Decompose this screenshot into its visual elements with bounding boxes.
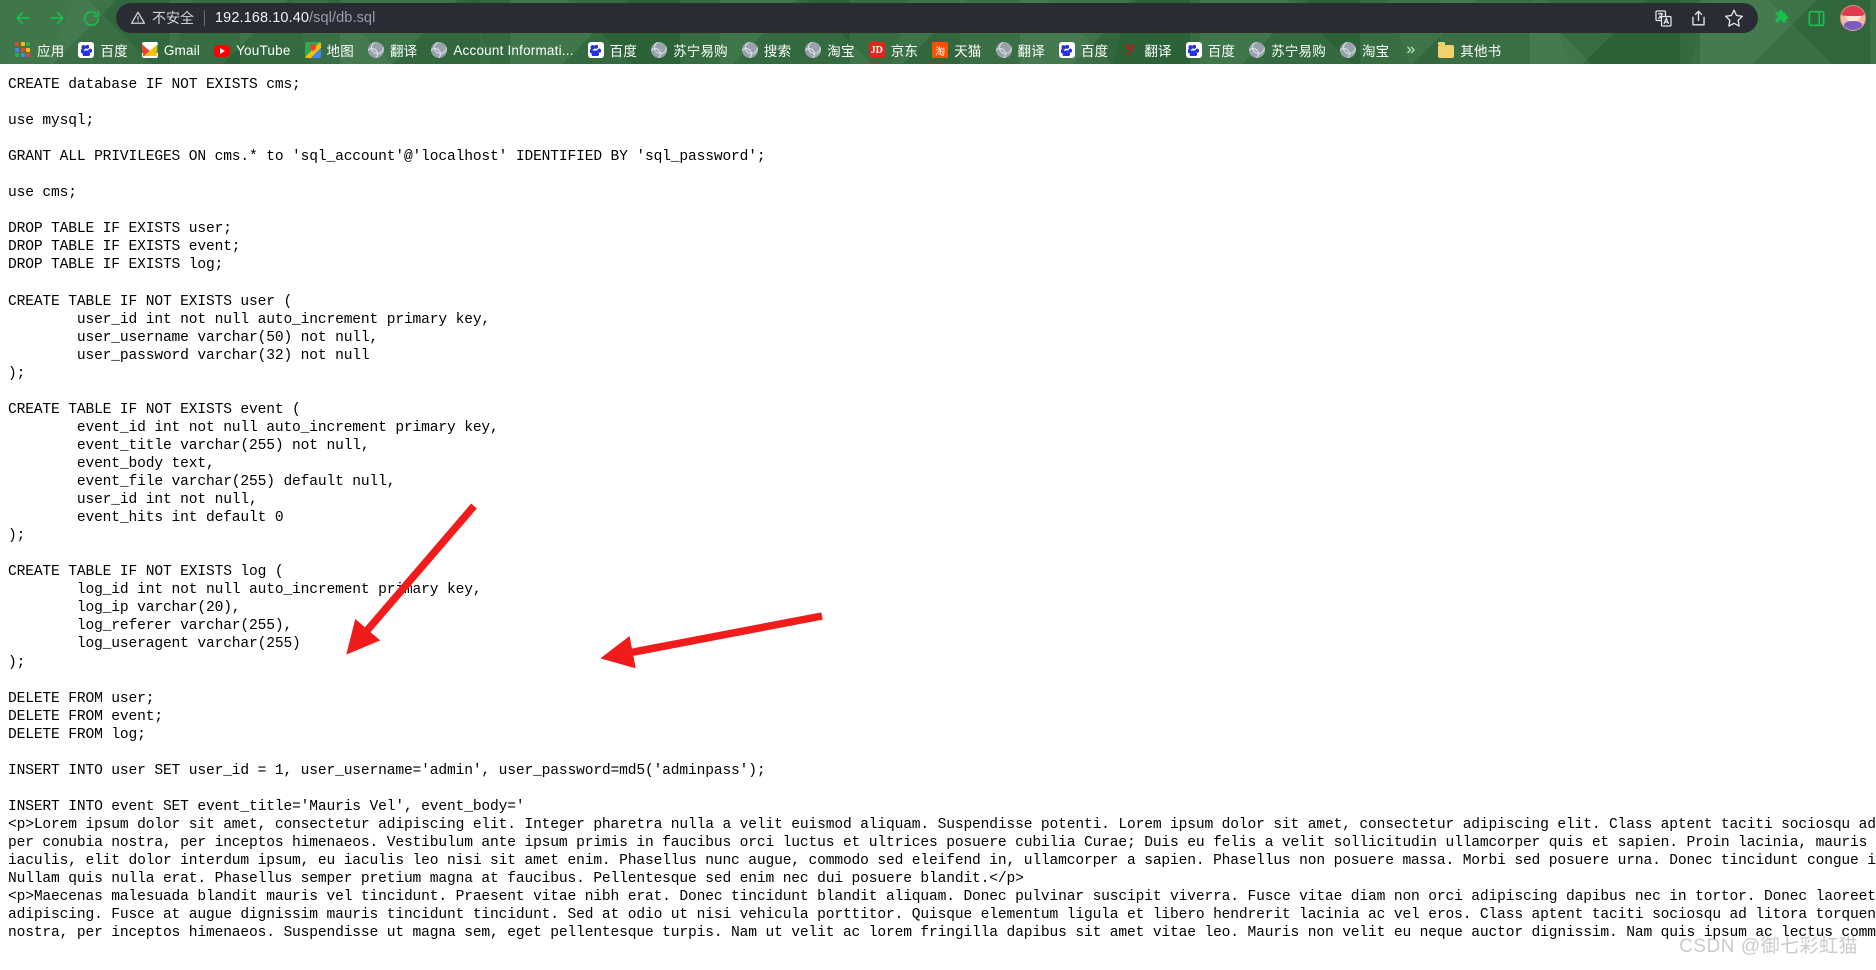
bookmark-item-maps[interactable]: 地图 [298, 38, 361, 62]
globe-icon [1339, 42, 1356, 58]
bookmark-item-suning-1[interactable]: 苏宁易购 [644, 38, 735, 62]
url-host: 192.168.10.40 [215, 10, 310, 26]
extensions-puzzle-icon[interactable] [1772, 8, 1793, 29]
translate-icon[interactable] [1654, 9, 1673, 28]
globe-icon [741, 42, 758, 58]
url-path: /sql/db.sql [309, 10, 376, 26]
bookmark-label: 翻译 [389, 44, 418, 59]
bookmark-label: YouTube [236, 42, 291, 58]
globe-icon [651, 42, 668, 58]
bookmark-label: Account Informati... [453, 42, 574, 58]
bookmark-item-baidu-4[interactable]: 百度 [1179, 38, 1242, 62]
bookmark-item-translate-3[interactable]: У 翻译 [1115, 38, 1178, 62]
bookmark-label: 百度 [100, 44, 128, 59]
csdn-watermark: CSDN @御七彩虹猫 [1679, 936, 1858, 957]
bookmark-label: 翻译 [1144, 44, 1172, 59]
bookmark-label: 淘宝 [827, 44, 855, 59]
bookmark-label: 淘宝 [1361, 44, 1390, 59]
bookmark-item-translate-1[interactable]: 翻译 [361, 38, 424, 62]
globe-icon [367, 42, 384, 58]
omnibox-actions [1640, 8, 1744, 28]
reload-button[interactable] [74, 3, 108, 33]
bookmark-item-youtube[interactable]: YouTube [207, 41, 297, 60]
bookmark-item-baidu-3[interactable]: 百度 [1052, 38, 1115, 62]
bookmark-label: 天猫 [954, 44, 982, 59]
address-bar[interactable]: 不安全 192.168.10.40/sql/db.sql [116, 3, 1758, 33]
bookmarks-overflow-chevron-icon[interactable]: » [1396, 41, 1425, 59]
bookmark-star-icon[interactable] [1724, 8, 1744, 28]
forward-button[interactable] [40, 3, 74, 33]
bookmark-label: Gmail [163, 42, 201, 58]
not-secure-label: 不安全 [152, 10, 194, 26]
globe-icon [805, 42, 822, 58]
baidu-icon [587, 42, 604, 58]
jd-icon: JD [868, 42, 885, 58]
bookmark-label: 翻译 [1017, 44, 1045, 59]
folder-icon [1438, 41, 1455, 58]
maps-icon [304, 42, 321, 58]
bookmark-label: 其他书 [1460, 44, 1502, 59]
bookmark-item-baidu-2[interactable]: 百度 [581, 38, 644, 62]
sql-file-content: CREATE database IF NOT EXISTS cms; use m… [8, 77, 1876, 942]
bookmark-item-apps[interactable]: 应用 [8, 38, 71, 62]
bookmark-label: 搜索 [763, 44, 792, 59]
not-secure-warning-icon [131, 11, 145, 25]
share-icon[interactable] [1689, 9, 1708, 28]
globe-icon [1249, 42, 1266, 58]
bookmark-label: 地图 [326, 44, 354, 59]
back-arrow-icon [13, 8, 33, 28]
profile-avatar[interactable] [1840, 5, 1866, 31]
baidu-icon [1058, 42, 1075, 58]
browser-chrome: 不安全 192.168.10.40/sql/db.sql 应用 百度 Gmail… [0, 0, 1876, 64]
baidu-icon [78, 42, 95, 58]
url-text: 192.168.10.40/sql/db.sql [215, 10, 1640, 26]
bookmark-label: 苏宁易购 [673, 44, 728, 59]
bookmark-item-account-information[interactable]: Account Informati... [424, 40, 580, 60]
side-panel-icon[interactable] [1807, 9, 1826, 28]
gmail-icon [141, 42, 158, 58]
bookmark-item-translate-2[interactable]: 翻译 [989, 38, 1052, 62]
baidu-icon [1185, 42, 1202, 58]
toolbar-right-actions [1772, 5, 1866, 31]
bookmark-item-jd[interactable]: JD 京东 [862, 38, 925, 62]
bookmark-label: 京东 [890, 44, 919, 59]
bookmark-item-tmall[interactable]: 淘 天猫 [925, 38, 988, 62]
bookmarks-bar: 应用 百度 Gmail YouTube 地图 翻译 Account Inform… [0, 36, 1876, 64]
yandex-icon: У [1124, 41, 1136, 58]
bookmark-item-gmail[interactable]: Gmail [135, 40, 207, 60]
apps-grid-icon [15, 42, 31, 58]
bookmark-label: 百度 [1080, 44, 1109, 59]
bookmark-label: 百度 [609, 44, 638, 59]
browser-toolbar: 不安全 192.168.10.40/sql/db.sql [0, 0, 1876, 36]
bookmark-item-search[interactable]: 搜索 [735, 38, 798, 62]
youtube-icon [214, 45, 231, 57]
bookmark-item-taobao-1[interactable]: 淘宝 [798, 38, 861, 62]
bookmark-item-baidu-1[interactable]: 百度 [71, 38, 134, 62]
globe-icon [995, 42, 1012, 58]
reload-icon [82, 9, 101, 28]
omnibox-divider [204, 10, 205, 26]
bookmark-label: 百度 [1207, 44, 1236, 59]
bookmark-label: 应用 [37, 44, 65, 59]
back-button[interactable] [6, 3, 40, 33]
globe-icon [431, 42, 448, 58]
forward-arrow-icon [47, 8, 67, 28]
bookmark-item-taobao-2[interactable]: 淘宝 [1333, 38, 1396, 62]
page-content-area: CREATE database IF NOT EXISTS cms; use m… [0, 64, 1876, 970]
tmall-icon: 淘 [932, 42, 949, 58]
bookmark-item-suning-2[interactable]: 苏宁易购 [1242, 38, 1333, 62]
bookmark-item-other-bookmarks[interactable]: 其他书 [1431, 38, 1508, 62]
bookmark-label: 苏宁易购 [1271, 44, 1326, 59]
